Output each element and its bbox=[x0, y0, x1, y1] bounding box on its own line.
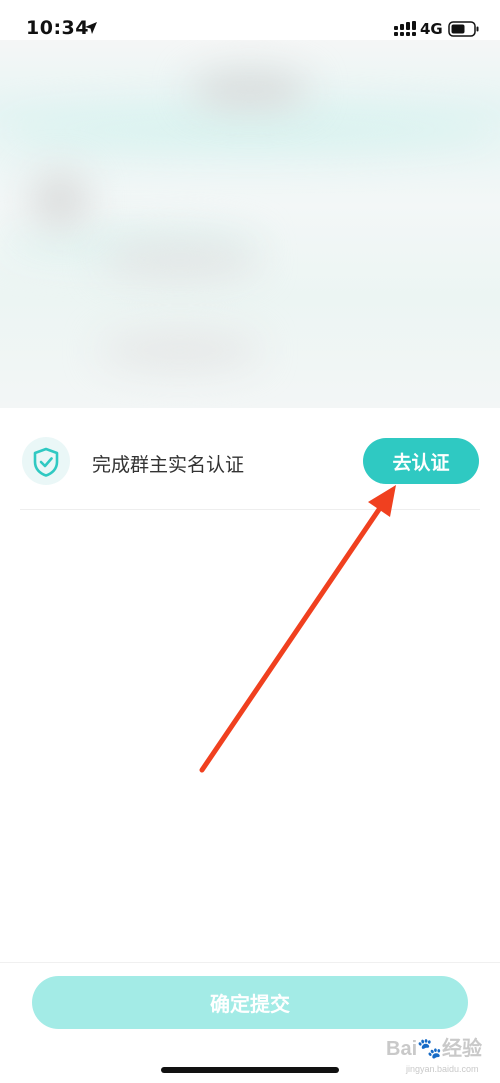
go-verify-button[interactable]: 去认证 bbox=[363, 438, 479, 484]
blurred-content bbox=[0, 40, 500, 408]
submit-button[interactable]: 确定提交 bbox=[32, 976, 468, 1029]
status-time: 10:34 bbox=[26, 17, 89, 39]
home-indicator[interactable] bbox=[161, 1067, 339, 1073]
shield-check-icon bbox=[33, 447, 59, 477]
verification-label: 完成群主实名认证 bbox=[92, 454, 245, 476]
watermark-logo: Bai🐾经验 bbox=[386, 1038, 483, 1060]
network-type: 4G bbox=[420, 20, 443, 38]
location-arrow-icon bbox=[85, 22, 97, 34]
verification-row: 完成群主实名认证 去认证 bbox=[20, 410, 480, 510]
status-bar: 10:34 4G bbox=[0, 0, 500, 40]
battery-icon bbox=[448, 21, 479, 37]
watermark: Bai🐾经验 jingyan.baidu.com bbox=[386, 1030, 496, 1080]
watermark-url: jingyan.baidu.com bbox=[406, 1064, 479, 1074]
bottom-divider bbox=[0, 962, 500, 963]
signal-icon bbox=[394, 21, 416, 36]
shield-icon-badge bbox=[22, 437, 70, 485]
